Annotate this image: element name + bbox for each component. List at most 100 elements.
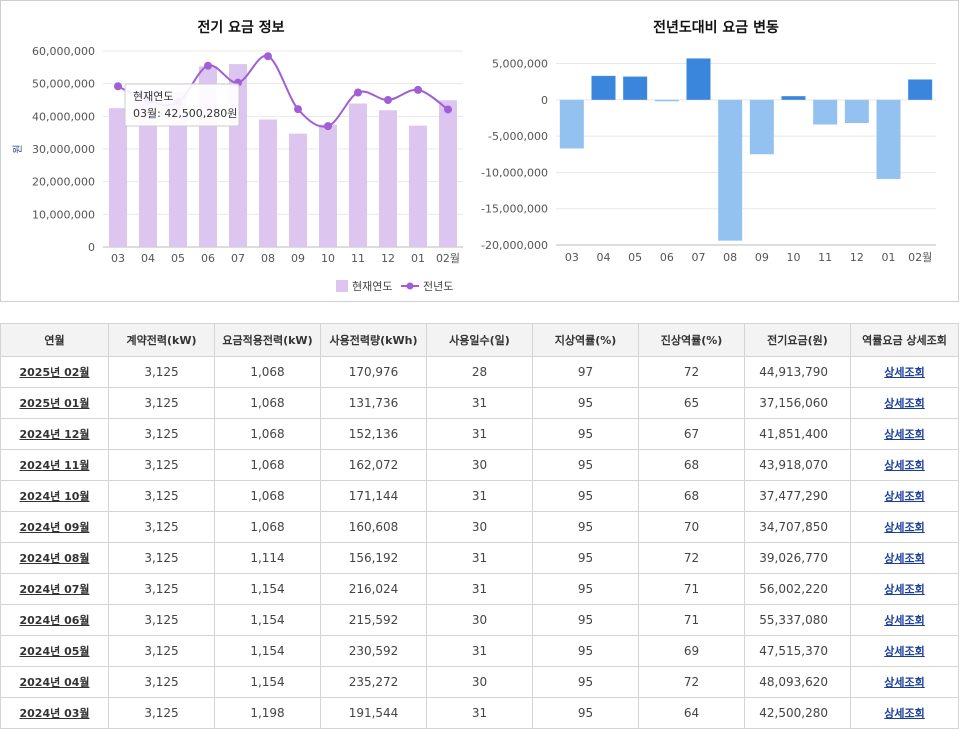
month-link[interactable]: 2024년 07월 xyxy=(20,583,90,596)
fee-cell: 37,477,290 xyxy=(744,480,851,512)
detail-link[interactable]: 상세조회 xyxy=(884,645,924,658)
table-row: 2025년 02월 3,125 1,068 170,976 28 97 72 44,913,7… xyxy=(0,356,959,388)
detail-link[interactable]: 상세조회 xyxy=(884,366,924,379)
legend-label-previous: 전년도 xyxy=(423,280,453,293)
y-tick-label: 50,000,000 xyxy=(32,78,95,91)
detail-cell: 상세조회 xyxy=(850,511,959,543)
contract-power-cell: 3,125 xyxy=(108,697,215,729)
days-cell: 30 xyxy=(426,511,533,543)
month-link[interactable]: 2025년 02월 xyxy=(20,366,90,379)
x-tick-label: 01 xyxy=(882,251,896,264)
y-tick-label: 0 xyxy=(541,94,548,107)
lag-pf-cell: 95 xyxy=(532,480,639,512)
detail-link[interactable]: 상세조회 xyxy=(884,676,924,689)
detail-link[interactable]: 상세조회 xyxy=(884,490,924,503)
days-cell: 30 xyxy=(426,604,533,636)
bar-current-year xyxy=(349,103,367,247)
detail-cell: 상세조회 xyxy=(850,418,959,450)
month-cell: 2024년 09월 xyxy=(0,511,109,543)
table-row: 2024년 04월 3,125 1,154 235,272 30 95 72 48,093,6… xyxy=(0,666,959,698)
table-row: 2024년 03월 3,125 1,198 191,544 31 95 64 42,500,2… xyxy=(0,697,959,729)
month-link[interactable]: 2025년 01월 xyxy=(20,397,90,410)
x-tick-label: 12 xyxy=(850,251,864,264)
bar-change xyxy=(654,99,679,102)
table-row: 2024년 08월 3,125 1,114 156,192 31 95 72 39,026,7… xyxy=(0,542,959,574)
detail-link[interactable]: 상세조회 xyxy=(884,707,924,720)
month-link[interactable]: 2024년 05월 xyxy=(20,645,90,658)
days-cell: 31 xyxy=(426,418,533,450)
detail-link[interactable]: 상세조회 xyxy=(884,614,924,627)
bar-current-year xyxy=(319,124,337,247)
x-tick-label: 12 xyxy=(381,252,395,265)
point-previous-year xyxy=(294,105,302,114)
usage-cell: 216,024 xyxy=(320,573,427,605)
lead-pf-cell: 71 xyxy=(638,604,745,636)
month-cell: 2024년 04월 xyxy=(0,666,109,698)
lag-pf-cell: 95 xyxy=(532,666,639,698)
x-tick-label: 09 xyxy=(291,252,305,265)
bar-current-year xyxy=(109,108,127,248)
detail-link[interactable]: 상세조회 xyxy=(884,521,924,534)
point-previous-year xyxy=(264,52,272,61)
month-link[interactable]: 2024년 03월 xyxy=(20,707,90,720)
bar-change xyxy=(591,75,616,100)
days-cell: 30 xyxy=(426,449,533,481)
y-tick-label: 10,000,000 xyxy=(32,208,95,221)
usage-cell: 170,976 xyxy=(320,356,427,388)
month-link[interactable]: 2024년 10월 xyxy=(20,490,90,503)
month-cell: 2025년 02월 xyxy=(0,356,109,388)
bar-current-year xyxy=(289,133,307,247)
applied-power-cell: 1,154 xyxy=(214,604,321,636)
applied-power-cell: 1,068 xyxy=(214,387,321,419)
point-previous-year xyxy=(324,122,332,131)
month-cell: 2024년 07월 xyxy=(0,573,109,605)
bar-current-year xyxy=(259,119,277,247)
x-tick-label: 09 xyxy=(755,251,769,264)
lead-pf-cell: 65 xyxy=(638,387,745,419)
month-link[interactable]: 2024년 11월 xyxy=(20,459,90,472)
applied-power-cell: 1,068 xyxy=(214,449,321,481)
bar-current-year xyxy=(379,110,397,247)
x-tick-label: 04 xyxy=(597,251,611,264)
month-cell: 2025년 01월 xyxy=(0,387,109,419)
y-tick-label: 30,000,000 xyxy=(32,143,95,156)
bar-current-year xyxy=(409,125,427,247)
bar-change xyxy=(749,99,774,155)
fee-cell: 47,515,370 xyxy=(744,635,851,667)
point-previous-year xyxy=(444,105,452,114)
bar-change xyxy=(686,58,711,100)
month-link[interactable]: 2024년 12월 xyxy=(20,428,90,441)
x-tick-label: 06 xyxy=(201,252,215,265)
fee-info-chart: 0 10,000,000 20,000,000 30,000,000 40,000,00… xyxy=(12,45,463,293)
contract-power-cell: 3,125 xyxy=(108,573,215,605)
month-link[interactable]: 2024년 06월 xyxy=(20,614,90,627)
detail-link[interactable]: 상세조회 xyxy=(884,397,924,410)
x-tick-label: 01 xyxy=(411,252,425,265)
y-tick-label: -5,000,000 xyxy=(488,130,548,143)
bar-change xyxy=(623,76,648,100)
lead-pf-cell: 72 xyxy=(638,356,745,388)
lag-pf-cell: 95 xyxy=(532,542,639,574)
table-row: 2024년 05월 3,125 1,154 230,592 31 95 69 47,515,3… xyxy=(0,635,959,667)
month-link[interactable]: 2024년 08월 xyxy=(20,552,90,565)
detail-link[interactable]: 상세조회 xyxy=(884,583,924,596)
days-cell: 31 xyxy=(426,387,533,419)
fee-cell: 56,002,220 xyxy=(744,573,851,605)
month-link[interactable]: 2024년 09월 xyxy=(20,521,90,534)
month-link[interactable]: 2024년 04월 xyxy=(20,676,90,689)
header-lag-pf: 지상역률(%) xyxy=(532,323,639,357)
detail-link[interactable]: 상세조회 xyxy=(884,428,924,441)
lag-pf-cell: 95 xyxy=(532,418,639,450)
y-tick-label: -15,000,000 xyxy=(481,203,548,216)
detail-cell: 상세조회 xyxy=(850,480,959,512)
applied-power-cell: 1,154 xyxy=(214,635,321,667)
table-row: 2024년 11월 3,125 1,068 162,072 30 95 68 43,918,0… xyxy=(0,449,959,481)
header-applied-power: 요금적용전력(kW) xyxy=(214,323,321,357)
contract-power-cell: 3,125 xyxy=(108,387,215,419)
header-lead-pf: 진상역률(%) xyxy=(638,323,745,357)
bar-change xyxy=(559,99,584,149)
detail-link[interactable]: 상세조회 xyxy=(884,552,924,565)
header-usage: 사용전력량(kWh) xyxy=(320,323,427,357)
applied-power-cell: 1,198 xyxy=(214,697,321,729)
detail-link[interactable]: 상세조회 xyxy=(884,459,924,472)
